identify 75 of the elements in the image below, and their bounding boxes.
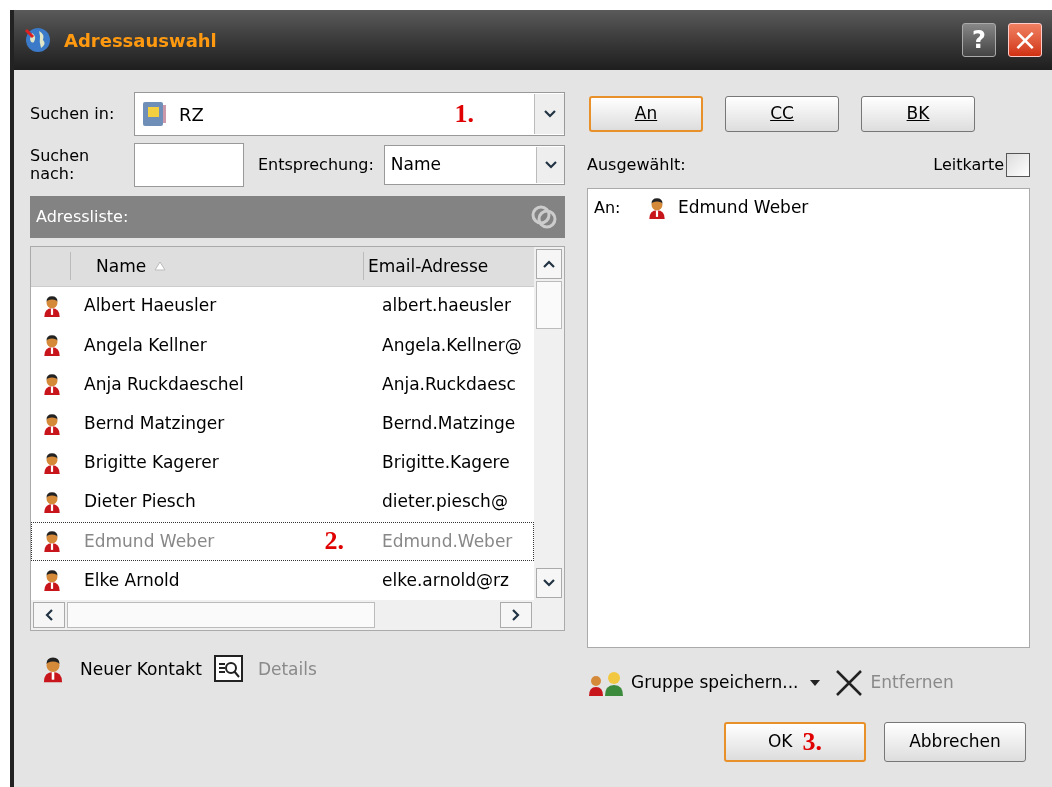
annotation-number: 1. (454, 101, 474, 127)
new-contact-button[interactable]: Neuer Kontakt (40, 655, 202, 684)
annotation-number: 3. (802, 729, 822, 755)
column-header[interactable]: Name (71, 252, 364, 281)
table-cell-text: Angela.Kellner@ (381, 333, 523, 357)
column-header[interactable]: Email-Adresse (364, 253, 489, 280)
address-book-icon (141, 100, 167, 128)
sort-icon (154, 261, 167, 272)
vertical-scrollbar[interactable] (534, 247, 564, 600)
contact-row[interactable]: Bernd Matzinger Bernd.Matzinge (31, 404, 534, 444)
person-icon (41, 411, 63, 436)
table-cell-text: Anja Ruckdaeschel (83, 372, 244, 396)
contact-row[interactable]: Dieter Piesch dieter.piesch@ (31, 482, 534, 522)
table-cell-text: Albert Haeusler (83, 294, 217, 318)
table-cell-text: Edmund.Weber (381, 529, 514, 553)
table-cell-text: Elke Arnold (83, 568, 180, 592)
person-icon (41, 372, 63, 397)
address-list-title: Adressliste: (36, 206, 130, 228)
person-icon (41, 450, 63, 475)
table-cell-text: Brigitte Kagerer (83, 451, 219, 475)
contact-row[interactable]: Edmund Weber 2. Edmund.Weber (31, 521, 534, 561)
table-cell-text: Bernd.Matzinge (381, 412, 517, 435)
table-cell-text: Bernd Matzinger (83, 412, 225, 435)
caret-icon (810, 680, 821, 686)
recipient-type: An: (594, 196, 622, 219)
scroll-down-icon (536, 568, 562, 598)
scrollbar-thumb[interactable] (67, 602, 375, 628)
contact-row[interactable]: Brigitte Kagerer Brigitte.Kagere (31, 443, 534, 483)
scroll-left-icon (33, 602, 65, 628)
contact-row[interactable]: Anja Ruckdaeschel Anja.Ruckdaesc (31, 365, 534, 405)
globe-icon (24, 26, 52, 54)
recipient-type-button[interactable]: CC (725, 96, 839, 132)
magnifier-icon (213, 655, 244, 684)
leitkarte-checkbox[interactable] (1006, 153, 1030, 177)
table-cell-text: elke.arnold@rz (381, 568, 510, 592)
search-field[interactable] (134, 143, 244, 187)
recipient-type-button[interactable]: An (589, 96, 703, 132)
group-icon (587, 669, 625, 697)
recipient-type-button[interactable]: BK (861, 96, 975, 132)
table-cell-text: Angela Kellner (83, 333, 207, 357)
close-button[interactable]: × (1008, 23, 1042, 57)
table-cell-text: Dieter Piesch (83, 490, 196, 514)
contact-row[interactable]: Angela Kellner Angela.Kellner@ (31, 325, 534, 365)
search-for-label: Suchen nach: (30, 147, 91, 183)
contact-row[interactable]: Elke Arnold elke.arnold@rz (31, 560, 534, 601)
table-cell-text: Edmund Weber (83, 529, 215, 553)
table-cell-text: Anja.Ruckdaesc (381, 372, 517, 396)
annotation-number: 2. (324, 528, 344, 555)
person-icon (646, 195, 668, 220)
scroll-up-icon (536, 249, 562, 279)
address-book-dropdown[interactable]: RZ 1. (134, 92, 565, 136)
close-icon (834, 668, 865, 698)
table-cell-text: dieter.piesch@ (381, 490, 509, 514)
table-cell-text: albert.haeusler (381, 294, 512, 318)
scrollbar-thumb[interactable] (536, 281, 562, 329)
search-in-label: Suchen in: (30, 103, 116, 125)
person-icon (41, 294, 63, 319)
scroll-right-icon (500, 602, 532, 628)
person-icon (41, 333, 63, 358)
match-dropdown[interactable]: Name (383, 145, 565, 185)
selected-label: Ausgewählt: (587, 154, 687, 176)
ok-button[interactable]: OK 3. (724, 722, 866, 762)
save-group-button[interactable]: Gruppe speichern... (587, 669, 825, 697)
person-icon (41, 529, 63, 554)
contact-row[interactable]: Albert Haeusler albert.haeusler (31, 286, 534, 326)
match-label: Entsprechung: (258, 154, 374, 176)
table-cell-text: Brigitte.Kagere (381, 451, 511, 475)
horizontal-scrollbar[interactable] (31, 600, 564, 630)
help-button[interactable]: ? (962, 23, 996, 57)
window-title: Adressauswahl (64, 28, 218, 53)
recipient-name: Edmund Weber (678, 196, 809, 219)
person-icon (41, 568, 63, 593)
person-icon (41, 490, 63, 515)
leitkarte-label: Leitkarte (933, 154, 1004, 176)
cancel-button[interactable]: Abbrechen (884, 722, 1026, 762)
